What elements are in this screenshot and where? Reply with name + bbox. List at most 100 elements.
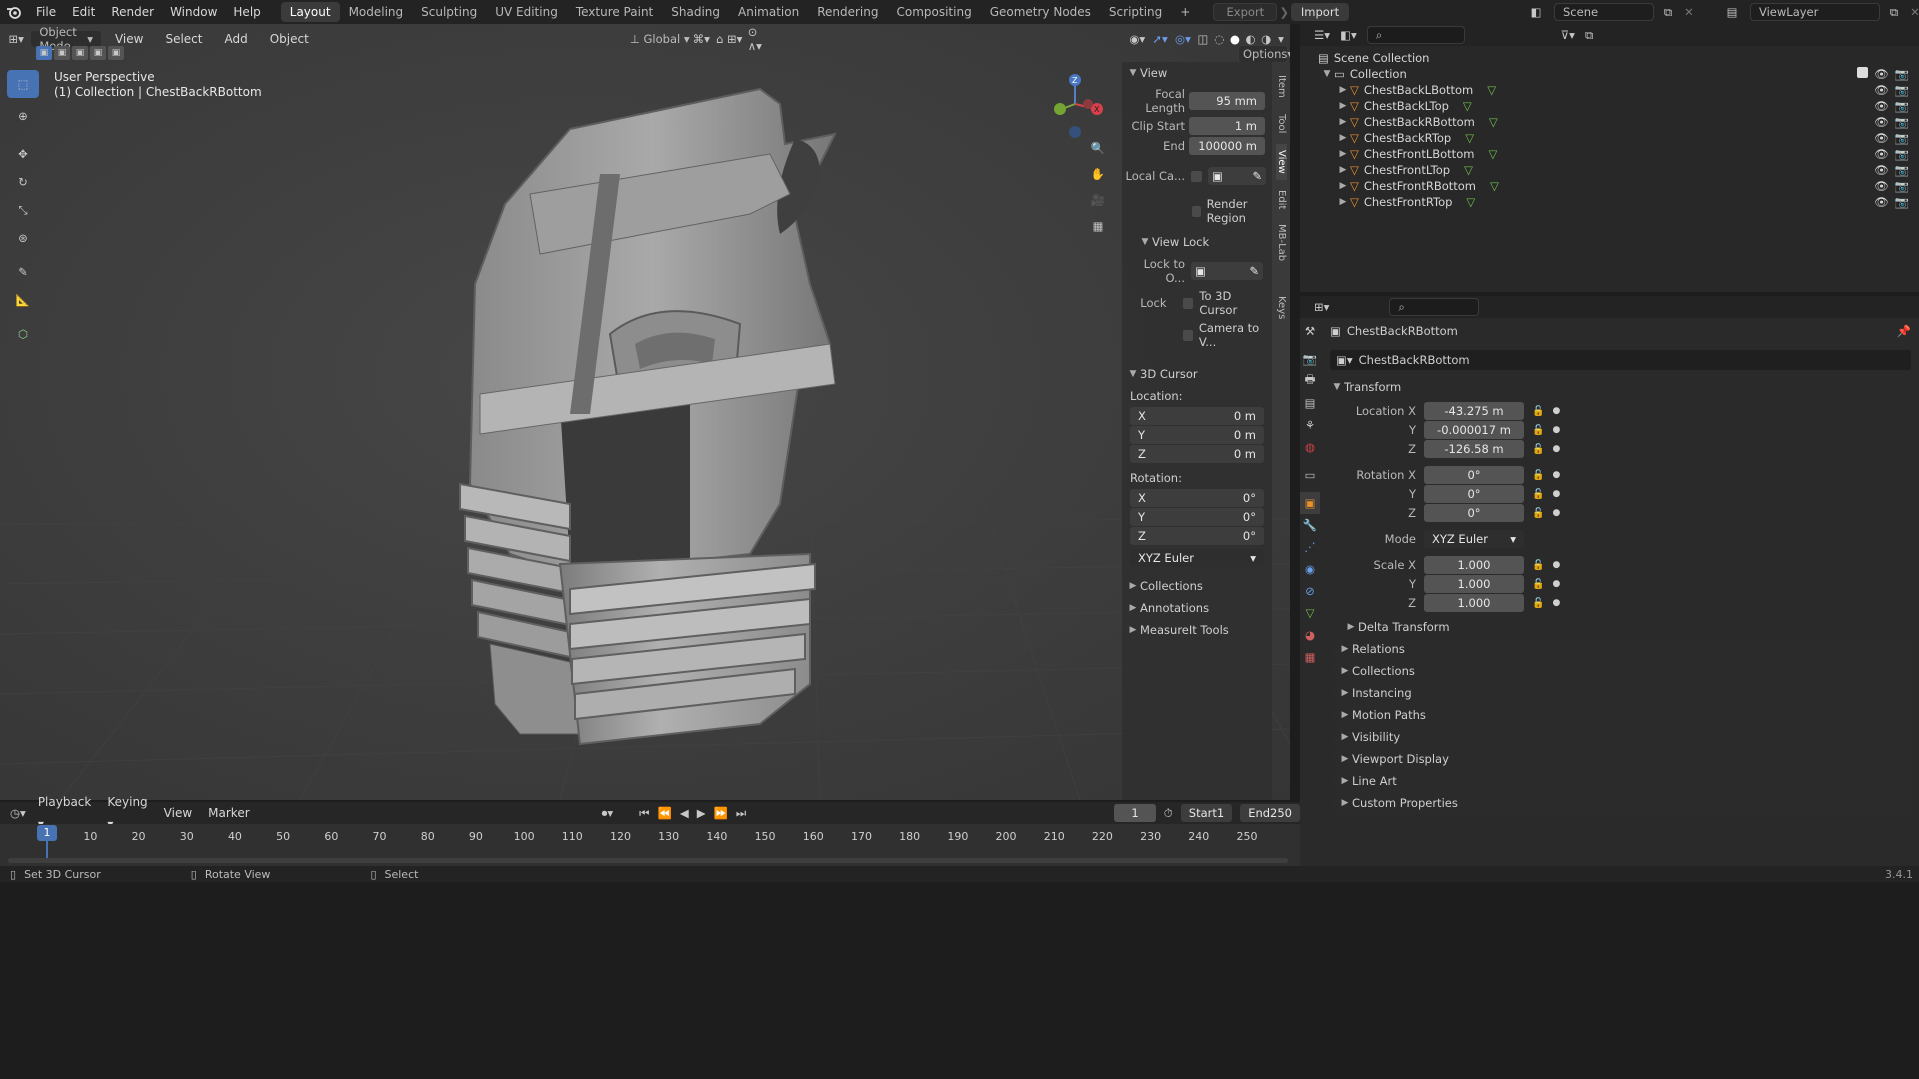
tab-geometry-nodes[interactable]: Geometry Nodes bbox=[981, 2, 1100, 22]
shading-wireframe-icon[interactable]: ◌ bbox=[1213, 32, 1225, 46]
preview-range-icon[interactable]: ⏱ bbox=[1164, 806, 1173, 821]
expand-icon[interactable]: ▶ bbox=[1336, 133, 1350, 143]
particles-properties-icon[interactable]: ⋰ bbox=[1300, 536, 1320, 558]
timeline-editor-type-icon[interactable]: ◷▾ bbox=[10, 806, 26, 820]
annotate-tool-icon[interactable]: ✎ bbox=[7, 258, 39, 286]
view-layer-icon[interactable]: ▤ bbox=[1720, 5, 1744, 19]
select-box-mode-icon[interactable]: ▣ bbox=[36, 46, 52, 60]
rotation-y-field[interactable]: 0° bbox=[1424, 485, 1524, 503]
mesh-data-icon[interactable]: ▽ bbox=[1487, 83, 1496, 97]
mesh-data-icon[interactable]: ▽ bbox=[1463, 99, 1472, 113]
lock-object-field[interactable]: ▣ ✎ bbox=[1191, 262, 1263, 280]
keyframe-dot-icon[interactable]: ● bbox=[1552, 598, 1560, 608]
constraints-properties-icon[interactable]: ⊘ bbox=[1300, 580, 1320, 602]
play-reverse-icon[interactable]: ◀ bbox=[680, 806, 689, 820]
camera-render-icon[interactable]: 📷 bbox=[1895, 83, 1909, 97]
timeline-scrollbar[interactable] bbox=[8, 858, 1288, 863]
expand-icon[interactable]: ▶ bbox=[1336, 85, 1350, 95]
delete-scene-icon[interactable]: ✕ bbox=[1682, 5, 1696, 19]
eyedropper-icon[interactable]: ✎ bbox=[1249, 264, 1259, 278]
move-tool-icon[interactable]: ✥ bbox=[7, 140, 39, 168]
viewport-menu-select[interactable]: Select bbox=[156, 28, 211, 50]
measureit-panel-header[interactable]: ▶ MeasureIt Tools bbox=[1122, 619, 1272, 641]
cursor-z-field[interactable]: Z0 m bbox=[1130, 445, 1264, 463]
camera-to-view-checkbox[interactable] bbox=[1183, 329, 1193, 341]
mesh-data-icon[interactable]: ▽ bbox=[1489, 115, 1498, 129]
object-properties-icon[interactable]: ▣ bbox=[1300, 492, 1320, 514]
menu-window[interactable]: Window bbox=[162, 0, 225, 24]
next-keyframe-icon[interactable]: ⏩ bbox=[714, 806, 728, 820]
navigation-gizmo[interactable]: Z X bbox=[1040, 74, 1110, 144]
new-scene-icon[interactable]: ⧉ bbox=[1660, 5, 1676, 20]
lock-icon[interactable]: 🔓 bbox=[1532, 425, 1544, 436]
modifier-properties-icon[interactable]: 🔧 bbox=[1300, 514, 1320, 536]
prev-keyframe-icon[interactable]: ⏪ bbox=[658, 806, 672, 820]
proportional-edit-icon[interactable]: ⊙ ∧▾ bbox=[748, 25, 774, 53]
cursor-x-field[interactable]: X0 m bbox=[1130, 407, 1264, 425]
collection-exclude-checkbox[interactable] bbox=[1857, 67, 1869, 78]
datablock-type-icon[interactable]: ▣▾ bbox=[1336, 353, 1353, 367]
jump-end-icon[interactable]: ⏭ bbox=[736, 806, 746, 821]
collection-properties-icon[interactable]: ▭ bbox=[1300, 464, 1320, 486]
output-properties-icon[interactable]: 🖶 bbox=[1300, 370, 1320, 392]
transform-panel-header[interactable]: ▼ Transform bbox=[1324, 376, 1919, 398]
record-icon[interactable]: ⏺▾ bbox=[602, 806, 614, 821]
expand-icon[interactable]: ▶ bbox=[1336, 165, 1350, 175]
lock-icon[interactable]: 🔓 bbox=[1532, 508, 1544, 519]
tab-compositing[interactable]: Compositing bbox=[887, 2, 980, 22]
cursor-rotation-mode-dropdown[interactable]: XYZ Euler ▾ bbox=[1130, 549, 1264, 567]
collection-row[interactable]: ▼ ▭ Collection 👁 📷 bbox=[1300, 66, 1919, 82]
mesh-data-icon[interactable]: ▽ bbox=[1465, 131, 1474, 145]
annotations-panel-header[interactable]: ▶ Annotations bbox=[1122, 597, 1272, 619]
outliner-object-row[interactable]: ▶ ▽ ChestFrontRTop ▽ 👁 📷 bbox=[1300, 194, 1919, 210]
location-y-field[interactable]: -0.000017 m bbox=[1424, 421, 1524, 439]
material-properties-icon[interactable]: ◕ bbox=[1300, 624, 1320, 646]
to-3d-cursor-checkbox[interactable] bbox=[1182, 297, 1194, 309]
overlay-toggle-icon[interactable]: ◎▾ bbox=[1174, 32, 1193, 46]
tab-view[interactable]: View bbox=[1276, 144, 1287, 180]
eye-icon[interactable]: 👁 bbox=[1874, 83, 1889, 97]
menu-file[interactable]: File bbox=[28, 0, 64, 24]
camera-render-icon[interactable]: 📷 bbox=[1895, 147, 1909, 161]
display-mode-icon[interactable]: ◧▾ bbox=[1340, 28, 1357, 42]
editor-type-icon[interactable]: ⊞▾ bbox=[6, 32, 26, 46]
add-cube-tool-icon[interactable]: ⬡ bbox=[7, 320, 39, 348]
outliner-search-input[interactable]: ⌕ bbox=[1366, 26, 1465, 44]
timeline-menu-view[interactable]: View bbox=[160, 802, 196, 824]
select-invert-mode-icon[interactable]: ▣ bbox=[90, 46, 106, 60]
outliner-object-row[interactable]: ▶ ▽ ChestBackRBottom ▽ 👁 📷 bbox=[1300, 114, 1919, 130]
jump-start-icon[interactable]: ⏮ bbox=[639, 806, 649, 821]
location-z-field[interactable]: -126.58 m bbox=[1424, 440, 1524, 458]
select-intersect-mode-icon[interactable]: ▣ bbox=[108, 46, 124, 60]
keyframe-dot-icon[interactable]: ● bbox=[1552, 508, 1560, 518]
view-panel-header[interactable]: ▼ View bbox=[1122, 62, 1272, 84]
scale-x-field[interactable]: 1.000 bbox=[1424, 556, 1524, 574]
camera-view-icon[interactable]: 🎥 bbox=[1086, 188, 1110, 212]
location-x-field[interactable]: -43.275 m bbox=[1424, 402, 1524, 420]
xray-toggle-icon[interactable]: ◫ bbox=[1196, 32, 1209, 46]
keyframe-dot-icon[interactable]: ● bbox=[1552, 560, 1560, 570]
export-button[interactable]: Export bbox=[1213, 3, 1278, 21]
keyframe-dot-icon[interactable]: ● bbox=[1552, 470, 1560, 480]
visibility-icon[interactable]: ◉▾ bbox=[1128, 32, 1147, 46]
scale-z-field[interactable]: 1.000 bbox=[1424, 594, 1524, 612]
scene-properties-icon[interactable]: ⚘ bbox=[1300, 414, 1320, 436]
scene-name-field[interactable]: Scene bbox=[1554, 3, 1654, 21]
play-icon[interactable]: ▶ bbox=[697, 806, 706, 820]
keyframe-dot-icon[interactable]: ● bbox=[1552, 444, 1560, 454]
section-visibility[interactable]: ▶ Visibility bbox=[1334, 726, 1913, 748]
new-view-layer-icon[interactable]: ⧉ bbox=[1886, 5, 1902, 20]
timeline-menu-marker[interactable]: Marker bbox=[204, 802, 253, 824]
cursor-tool-icon[interactable]: ⊕ bbox=[7, 102, 39, 130]
transform-tool-icon[interactable]: ⊛ bbox=[7, 224, 39, 252]
delta-transform-header[interactable]: ▶ Delta Transform bbox=[1324, 616, 1919, 638]
outliner-object-row[interactable]: ▶ ▽ ChestFrontRBottom ▽ 👁 📷 bbox=[1300, 178, 1919, 194]
select-extend-mode-icon[interactable]: ▣ bbox=[54, 46, 70, 60]
rotate-tool-icon[interactable]: ↻ bbox=[7, 168, 39, 196]
menu-render[interactable]: Render bbox=[103, 0, 162, 24]
menu-help[interactable]: Help bbox=[225, 0, 268, 24]
add-workspace-icon[interactable]: + bbox=[1171, 2, 1199, 22]
view-lock-header[interactable]: ▼ View Lock bbox=[1122, 231, 1272, 253]
mesh-data-icon[interactable]: ▽ bbox=[1466, 195, 1475, 209]
section-viewport-display[interactable]: ▶ Viewport Display bbox=[1334, 748, 1913, 770]
